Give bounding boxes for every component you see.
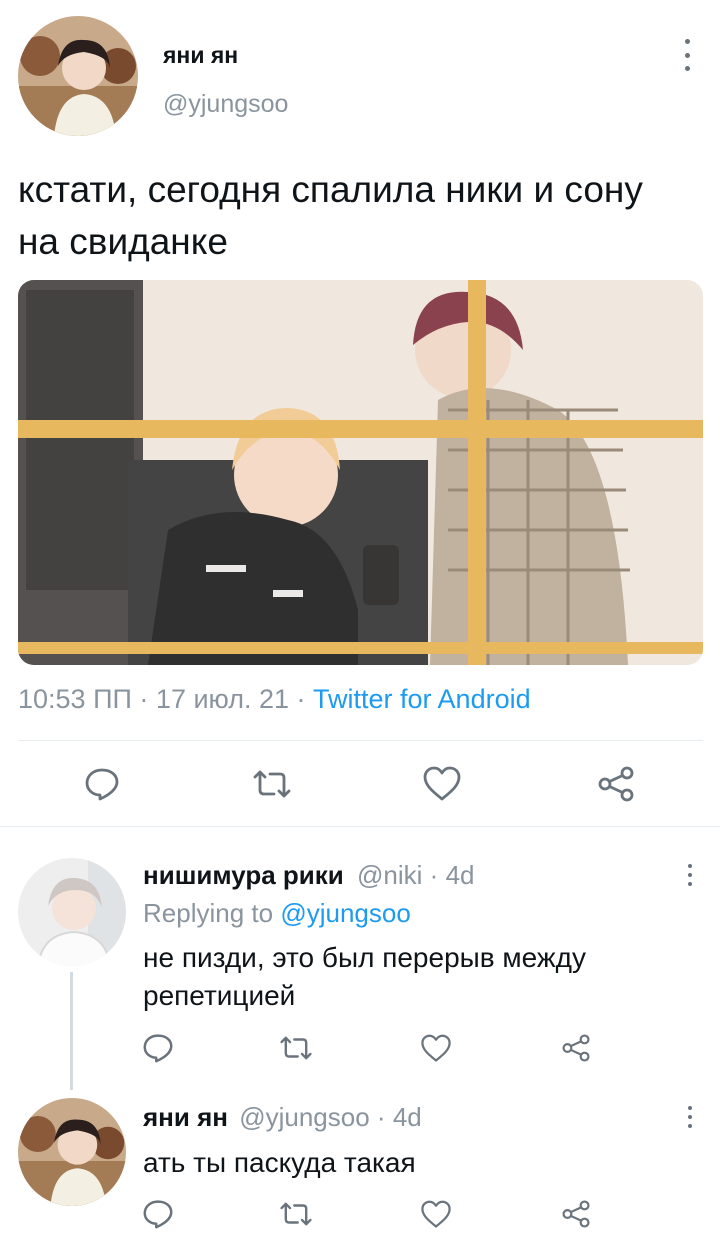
reply-separator: · [376,1102,386,1132]
like-button[interactable] [420,762,464,806]
more-options-icon[interactable] [683,39,691,71]
share-icon [598,766,634,802]
replying-to-handle[interactable]: @yjungsoo [280,898,410,928]
author-avatar[interactable] [18,16,138,136]
tweet-meta: 10:53 ПП · 17 июл. 21 · Twitter for Andr… [18,684,531,715]
reply-like-button[interactable] [418,1030,454,1066]
retweet-icon [280,1036,312,1060]
divider [0,826,720,827]
avatar-photo [18,1098,126,1206]
reply-avatar[interactable] [18,858,126,966]
meta-separator: · [139,684,149,714]
replying-to: Replying to @yjungsoo [143,898,411,929]
reply-age: 4d [445,860,475,890]
reply-icon [85,768,119,801]
share-icon [562,1200,590,1228]
reply-retweet-button[interactable] [278,1196,314,1232]
reply-more-options-icon[interactable] [686,864,694,886]
replying-to-prefix: Replying to [143,898,274,928]
tweet-time: 10:53 ПП [18,684,132,714]
like-icon [423,766,461,801]
reply-button[interactable] [80,762,124,806]
tweet-media[interactable] [18,280,703,665]
avatar-photo [18,858,126,966]
reply-reply-button[interactable] [140,1196,176,1232]
reply-more-options-icon[interactable] [686,1106,694,1128]
reply-share-button[interactable] [558,1196,594,1232]
media-photo [18,280,703,665]
like-icon [421,1200,451,1228]
reply-separator: · [429,860,439,890]
reply-author-handle[interactable]: @yjungsoo [239,1102,369,1132]
reply-text: ать ты паскуда такая [143,1147,416,1178]
reply-header: яни ян @yjungsoo · 4d [143,1102,422,1133]
reply-author-name[interactable]: нишимура рики [143,860,344,890]
author-name[interactable]: яни ян [163,42,238,69]
reply-author-handle[interactable]: @niki [357,860,422,890]
reply-header: нишимура рики @niki · 4d [143,860,474,891]
tweet-source-link[interactable]: Twitter for Android [313,684,531,714]
reply-age: 4d [392,1102,422,1132]
tweet-text: кстати, сегодня спалила ники и сону на с… [18,169,643,262]
reply-share-button[interactable] [558,1030,594,1066]
avatar-photo [18,16,138,136]
reply-reply-button[interactable] [140,1030,176,1066]
reply-avatar[interactable] [18,1098,126,1206]
thread-line [70,972,73,1090]
retweet-button[interactable] [250,762,294,806]
reply-like-button[interactable] [418,1196,454,1232]
tweet-date: 17 июл. 21 [155,684,289,714]
reply-retweet-button[interactable] [278,1030,314,1066]
reply-icon [143,1034,173,1063]
share-button[interactable] [594,762,638,806]
reply-author-name[interactable]: яни ян [143,1102,228,1132]
retweet-icon [280,1202,312,1226]
like-icon [421,1034,451,1062]
reply-text: не пизди, это был перерыв между репетици… [143,942,586,1011]
retweet-icon [253,770,291,798]
meta-separator: · [296,684,306,714]
divider [18,740,703,741]
share-icon [562,1034,590,1062]
reply-icon [143,1200,173,1229]
author-handle[interactable]: @yjungsoo [163,90,288,119]
